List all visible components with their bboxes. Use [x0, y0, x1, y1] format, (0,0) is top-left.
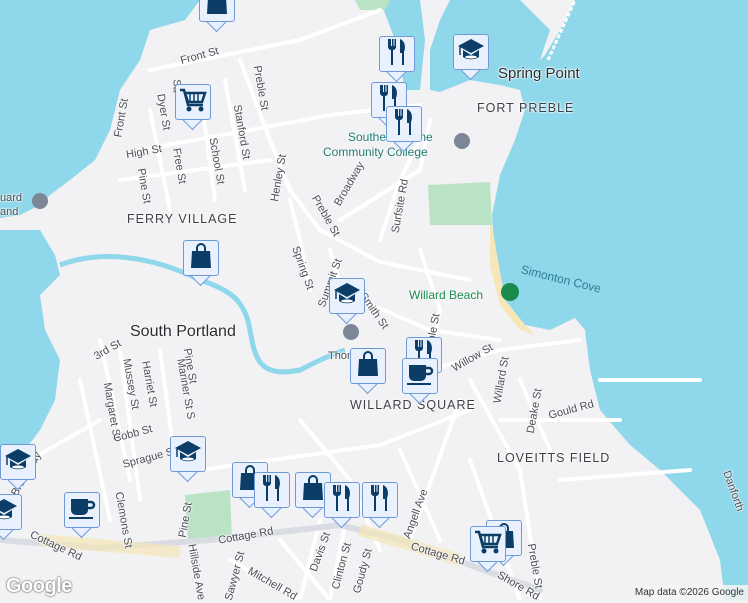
utensils-icon — [393, 108, 415, 141]
street-label: uard — [0, 192, 23, 204]
marker-box — [0, 494, 22, 530]
park-label-willard-beach: Willard Beach — [409, 288, 484, 302]
coffee-icon — [68, 496, 96, 525]
map-marker-shopping-cart[interactable] — [470, 526, 506, 573]
graduation-cap-icon — [174, 440, 202, 469]
shopping-bag-icon — [190, 242, 212, 274]
marker-box — [379, 36, 415, 72]
map-marker-utensils[interactable] — [362, 482, 398, 529]
utensils-icon — [331, 484, 353, 517]
marker-box — [254, 472, 290, 508]
map-marker-graduation-cap[interactable] — [329, 278, 365, 325]
map-marker-shopping-bag[interactable] — [199, 0, 235, 33]
map-marker-graduation-cap[interactable] — [453, 34, 489, 81]
marker-box — [199, 0, 235, 22]
marker-box — [175, 84, 211, 120]
map-marker-graduation-cap[interactable] — [0, 444, 36, 491]
map-data-credit[interactable]: Map data ©2026 Google — [630, 585, 748, 600]
utensils-icon — [369, 484, 391, 517]
area-label-loveitts-field: LOVEITTS FIELD — [497, 451, 611, 465]
graduation-cap-icon — [457, 38, 485, 67]
map-marker-graduation-cap[interactable] — [0, 494, 22, 541]
landmark-label-spring-point: Spring Point — [498, 65, 580, 82]
marker-box — [64, 492, 100, 528]
marker-box — [170, 436, 206, 472]
utensils-icon — [386, 38, 408, 71]
google-logo[interactable]: Google — [6, 575, 72, 598]
marker-box — [350, 348, 386, 384]
graduation-cap-icon — [333, 282, 361, 311]
street-label: and — [0, 206, 19, 218]
park-area — [428, 182, 492, 225]
map-marker-shopping-bag[interactable] — [183, 240, 219, 287]
map-marker-graduation-cap[interactable] — [170, 436, 206, 483]
shopping-cart-icon — [474, 529, 502, 560]
marker-box — [324, 482, 360, 518]
map-marker-shopping-bag[interactable] — [350, 348, 386, 395]
shopping-bag-icon — [206, 0, 228, 20]
utensils-icon — [261, 474, 283, 507]
map-marker-coffee[interactable] — [402, 358, 438, 405]
marker-box — [402, 358, 438, 394]
shopping-cart-icon — [179, 87, 207, 118]
map-marker-coffee[interactable] — [64, 492, 100, 539]
graduation-cap-icon — [4, 448, 32, 477]
marker-box — [453, 34, 489, 70]
map-marker-utensils[interactable] — [379, 36, 415, 83]
coffee-icon — [406, 362, 434, 391]
map-marker-utensils[interactable] — [386, 106, 422, 153]
marker-box — [329, 278, 365, 314]
marker-box — [386, 106, 422, 142]
city-label-south-portland: South Portland — [130, 323, 236, 340]
marker-box — [183, 240, 219, 276]
area-label-ferry-village: FERRY VILLAGE — [127, 212, 238, 226]
map-marker-utensils[interactable] — [254, 472, 290, 519]
shopping-bag-icon — [357, 350, 379, 382]
map-marker-shopping-cart[interactable] — [175, 84, 211, 131]
marker-box — [470, 526, 506, 562]
marker-box — [362, 482, 398, 518]
shopping-bag-icon — [302, 474, 324, 506]
graduation-cap-icon — [0, 498, 18, 527]
map-marker-utensils[interactable] — [324, 482, 360, 529]
area-label-fort-preble: FORT PREBLE — [477, 101, 575, 115]
marker-box — [0, 444, 36, 480]
